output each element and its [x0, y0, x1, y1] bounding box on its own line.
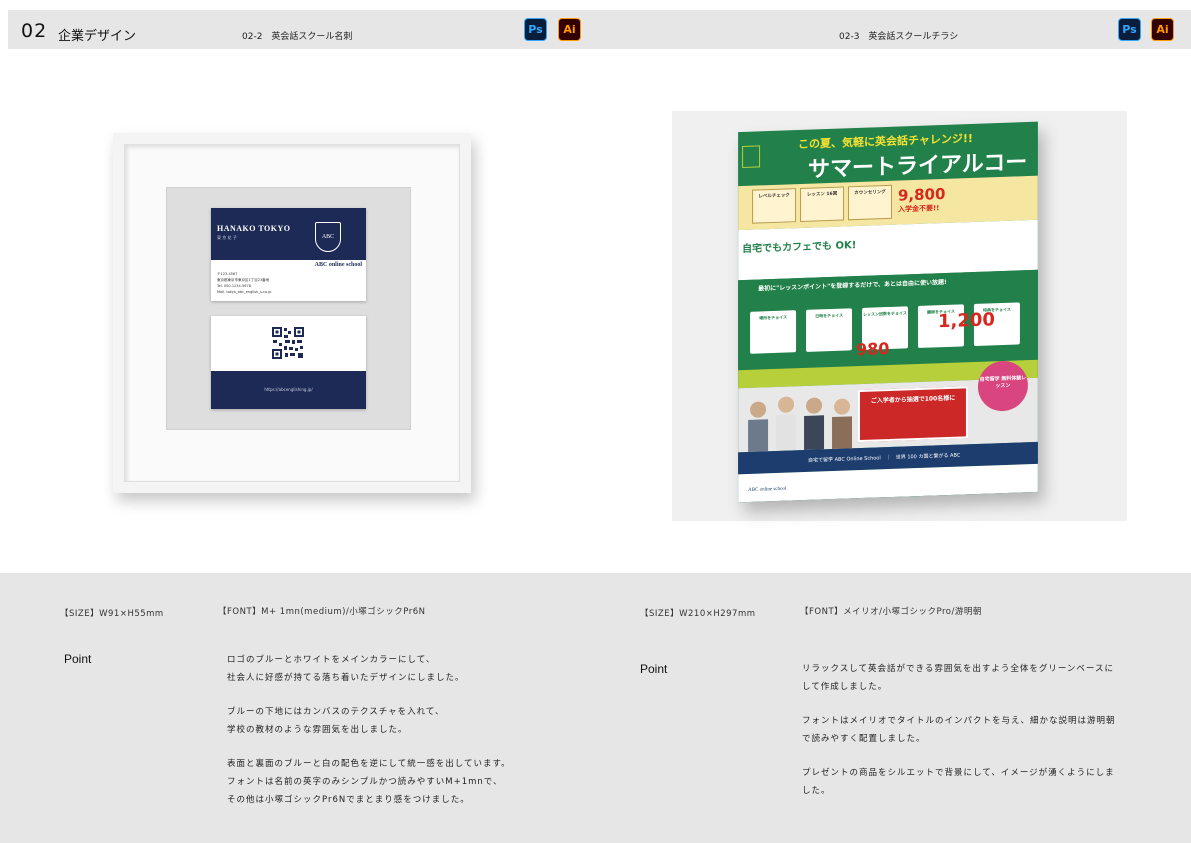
business-card-back: https://abcenglishing.jp/ [211, 316, 366, 409]
flyer-footer-text: ABC online school [748, 486, 787, 493]
card-name-kana: 東 京 花 子 [217, 235, 237, 240]
flyer-price-block: 9,800 入学金不要!! [898, 182, 1028, 221]
flyer-trial-text: 自宅留学 無料体験レッスン [979, 375, 1027, 390]
right-point-line: で読みやすく配置しました。 [802, 734, 926, 744]
flyer-price-980: 980 [856, 338, 890, 360]
flyer-box-counsel-title: カウンセリング [854, 190, 886, 197]
business-card-front: HANAKO TOKYO 東 京 花 子 ABC ABC online scho… [211, 208, 366, 301]
card-front-band: HANAKO TOKYO 東 京 花 子 ABC [211, 208, 366, 260]
flyer-choice-card: 場所をチョイス [750, 310, 797, 354]
card-back-url: https://abcenglishing.jp/ [264, 387, 313, 392]
flyer-choice-card: 日時をチョイス [806, 308, 853, 352]
right-font-spec: 【FONT】メイリオ/小塚ゴシックPro/游明朝 [800, 607, 982, 617]
right-size-spec: 【SIZE】W210×H297mm [640, 609, 756, 619]
illustrator-icon: Ai [558, 18, 581, 41]
flyer-box-level: レベルチェック [752, 188, 797, 224]
flyer-mockup: この夏、気軽に英会話チャレンジ!! サマートライアルコース レベルチェック レッ… [738, 121, 1048, 503]
flyer-choice-title: 最初に"レッスンポイント"を登録するだけで、あとは自由に使い放題! [758, 278, 947, 293]
card-school-name: ABC online school [314, 262, 362, 268]
card-tel: Tel. 000-1234-5678 [217, 284, 251, 288]
card-postal: 〒123-4567 [217, 272, 238, 276]
flyer-choice-label: レッスン回数をチョイス [863, 310, 907, 317]
card-name: HANAKO TOKYO [217, 224, 291, 233]
left-subtitle: 02-2 英会話スクール名刺 [242, 32, 353, 42]
right-subtitle: 02-3 英会話スクールチラシ [839, 32, 959, 42]
left-point-description: ロゴのブルーとホワイトをメインカラーにして、 社会人に好感が持てる落ち着いたデザ… [227, 651, 511, 809]
right-point-line: フォントはメイリオでタイトルのインパクトを与え、細かな説明は游明朝 [802, 716, 1116, 726]
left-point-line: ブルーの下地にはカンバスのテクスチャを入れて、 [227, 707, 445, 717]
left-point-line: 社会人に好感が持てる落ち着いたデザインにしました。 [227, 673, 465, 683]
flyer-box-level-title: レベルチェック [758, 193, 790, 200]
flyer-campaign-box: ご入学者から抽選で100名様に [858, 386, 968, 443]
illustrator-icon-right: Ai [1151, 18, 1174, 41]
right-point-label: Point [640, 662, 668, 676]
right-point-line: して作成しました。 [802, 682, 888, 692]
crest-text: ABC [321, 234, 335, 240]
right-point-line: リラックスして英会話ができる雰囲気を出すよう全体をグリーンベースに [802, 664, 1114, 674]
section-header: 02 企業デザイン 02-2 英会話スクール名刺 02-3 英会話スクールチラシ… [8, 10, 1191, 49]
card-mail: Mail. tokyo_abc_english_s.co.jp [217, 290, 272, 294]
left-font-spec: 【FONT】M+ 1mn(medium)/小塚ゴシックPr6N [218, 607, 426, 617]
flyer-white-title: 自宅でもカフェでも OK! [742, 240, 857, 256]
right-point-description: リラックスして英会話ができる雰囲気を出すよう全体をグリーンベースに して作成しま… [802, 660, 1116, 800]
flyer-box-lesson: レッスン 16回 [800, 186, 845, 223]
flyer-price-1200: 1,200 [937, 309, 995, 333]
left-point-line: ロゴのブルーとホワイトをメインカラーにして、 [227, 655, 436, 665]
photoshop-icon: Ps [524, 18, 547, 41]
left-size-spec: 【SIZE】W91×H55mm [60, 609, 164, 619]
left-point-line: 学校の教材のような雰囲気を出しました。 [227, 725, 408, 735]
card-back-band: https://abcenglishing.jp/ [211, 371, 366, 409]
right-point-line: プレゼントの商品をシルエットで背景にして、イメージが湧くようにしま [802, 768, 1115, 778]
left-point-line: フォントは名前の英字のみシンプルかつ読みやすいM+1mnで、 [227, 777, 503, 787]
section-number: 02 [21, 20, 48, 42]
flyer-campaign-text: ご入学者から抽選で100名様に [870, 394, 956, 405]
flyer-choice-label: 場所をチョイス [759, 314, 787, 321]
left-point-label: Point [64, 652, 92, 666]
right-point-line: した。 [802, 786, 831, 796]
flyer: この夏、気軽に英会話チャレンジ!! サマートライアルコース レベルチェック レッ… [738, 121, 1038, 503]
school-crest-icon: ABC [315, 222, 341, 252]
people-photo-icon [748, 396, 853, 452]
card-address: 東京都東京市東京区1丁目23番地 [217, 278, 270, 282]
left-point-line: 表面と裏面のブルーと白の配色を逆にして統一感を出しています。 [227, 759, 511, 769]
photoshop-icon-right: Ps [1118, 18, 1141, 41]
flyer-box-lesson-title: レッスン 16回 [806, 191, 838, 198]
flyer-corner-tag [742, 145, 761, 169]
flyer-choice-label: 日時をチョイス [815, 312, 843, 319]
section-title: 企業デザイン [58, 29, 137, 44]
flyer-box-counsel: カウンセリング [848, 184, 892, 221]
info-band: 【SIZE】W91×H55mm 【FONT】M+ 1mn(medium)/小塚ゴ… [0, 573, 1191, 843]
left-point-line: その他は小塚ゴシックPr6Nでまとまり感をつけました。 [227, 795, 470, 805]
qr-code-icon [271, 326, 305, 360]
